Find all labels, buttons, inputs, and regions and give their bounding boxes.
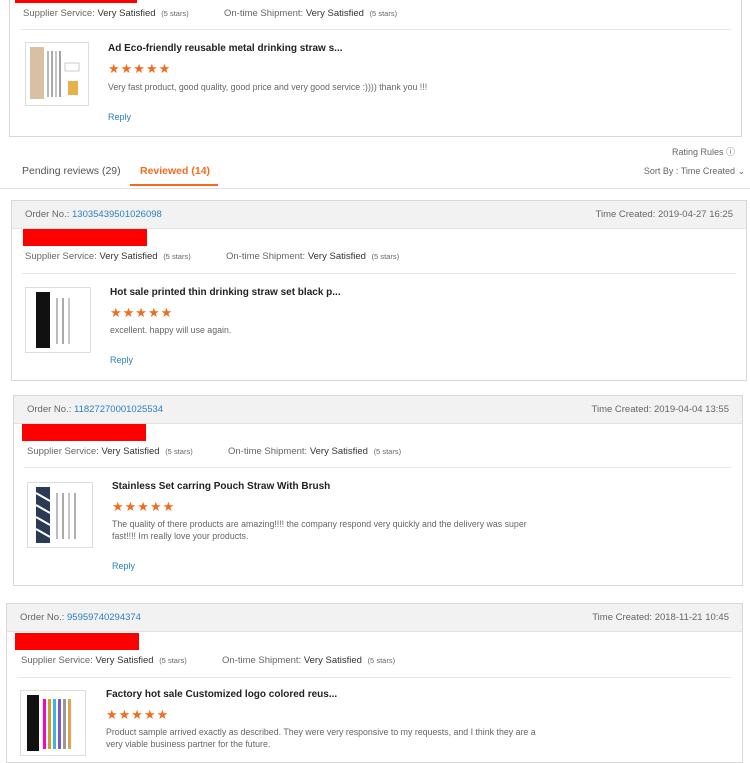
- active-tab-indicator: [130, 184, 218, 186]
- reply-link[interactable]: Reply: [112, 561, 135, 571]
- order-number-link[interactable]: 11827270001025534: [74, 404, 163, 415]
- shipment-value: Very Satisfied: [305, 8, 364, 19]
- order-label: Order No.:: [20, 612, 65, 623]
- rating-summary: Supplier Service: Very Satisfied (5 star…: [23, 8, 397, 19]
- time-created: Time Created: 2019-04-27 16:25: [595, 209, 733, 220]
- review-text: The quality of there products are amazin…: [112, 519, 527, 541]
- supplier-service-label: Supplier Service:: [25, 251, 97, 262]
- shipment-stars: (5 stars): [369, 9, 398, 18]
- product-title[interactable]: Stainless Set carring Pouch Straw With B…: [112, 481, 330, 492]
- order-card: Order No.: 11827270001025534 Time Create…: [13, 395, 743, 586]
- divider: [24, 467, 732, 468]
- shipment-stars: (5 stars): [373, 447, 402, 456]
- order-label: Order No.:: [25, 209, 70, 220]
- divider: [17, 677, 732, 678]
- order-card: Order No.: 95959740294374 Time Created: …: [6, 603, 743, 763]
- order-number: Order No.: 11827270001025534: [27, 404, 163, 415]
- sort-by-dropdown[interactable]: Sort By : Time Created ⌄: [644, 166, 745, 177]
- supplier-service-label: Supplier Service:: [23, 8, 95, 19]
- order-number-link[interactable]: 13035439501026098: [72, 209, 162, 220]
- supplier-stars: (5 stars): [159, 656, 187, 665]
- time-created: Time Created: 2018-11-21 10:45: [592, 612, 729, 623]
- shipment-value: Very Satisfied: [309, 446, 368, 457]
- supplier-service-value: Very Satisfied: [95, 655, 154, 666]
- supplier-service-label: Supplier Service:: [21, 655, 93, 666]
- supplier-service-label: Supplier Service:: [27, 446, 99, 457]
- review-tabs: Pending reviews (29) Reviewed (14): [0, 156, 750, 189]
- review-text: Very fast product, good quality, good pr…: [108, 82, 428, 92]
- shipment-value: Very Satisfied: [307, 251, 366, 262]
- supplier-service-value: Very Satisfied: [97, 8, 156, 19]
- supplier-service-value: Very Satisfied: [101, 446, 160, 457]
- shipment-stars: (5 stars): [367, 656, 396, 665]
- reply-link[interactable]: Reply: [108, 112, 131, 122]
- shipment-label: On-time Shipment:: [221, 655, 302, 666]
- divider: [22, 273, 736, 274]
- rating-stars: ★★★★★: [110, 305, 174, 320]
- order-number-link[interactable]: 95959740294374: [67, 612, 141, 623]
- rating-summary: Supplier Service: Very Satisfied (5 star…: [21, 655, 395, 666]
- order-header: Order No.: 11827270001025534 Time Create…: [14, 396, 742, 424]
- product-title[interactable]: Hot sale printed thin drinking straw set…: [110, 287, 341, 298]
- order-header: Order No.: 13035439501026098 Time Create…: [12, 201, 746, 229]
- redacted-name: [15, 0, 137, 3]
- redacted-name: [23, 229, 147, 246]
- rating-summary: Supplier Service: Very Satisfied (5 star…: [25, 251, 399, 262]
- divider: [20, 29, 731, 30]
- product-thumbnail[interactable]: [25, 42, 89, 106]
- redacted-name: [15, 633, 139, 650]
- supplier-stars: (5 stars): [163, 252, 191, 261]
- rating-stars: ★★★★★: [106, 707, 170, 722]
- product-title[interactable]: Factory hot sale Customized logo colored…: [106, 689, 337, 700]
- supplier-stars: (5 stars): [161, 9, 189, 18]
- product-thumbnail[interactable]: [25, 287, 91, 353]
- order-card: Order No.: 13035439501026098 Time Create…: [11, 200, 747, 381]
- supplier-service-value: Very Satisfied: [99, 251, 158, 262]
- order-number: Order No.: 13035439501026098: [25, 209, 162, 220]
- review-text: excellent. happy will use again.: [110, 325, 232, 335]
- shipment-label: On-time Shipment:: [223, 8, 304, 19]
- order-label: Order No.:: [27, 404, 72, 415]
- supplier-stars: (5 stars): [165, 447, 193, 456]
- shipment-label: On-time Shipment:: [225, 251, 306, 262]
- review-card-top: Supplier Service: Very Satisfied (5 star…: [9, 0, 742, 137]
- tab-pending-reviews[interactable]: Pending reviews (29): [22, 165, 121, 177]
- shipment-label: On-time Shipment:: [227, 446, 308, 457]
- reply-link[interactable]: Reply: [110, 355, 133, 365]
- rating-stars: ★★★★★: [112, 499, 176, 514]
- redacted-name: [22, 424, 146, 441]
- product-thumbnail[interactable]: [20, 690, 86, 756]
- shipment-stars: (5 stars): [371, 252, 400, 261]
- product-thumbnail[interactable]: [27, 482, 93, 548]
- product-title[interactable]: Ad Eco-friendly reusable metal drinking …: [108, 43, 343, 54]
- rating-summary: Supplier Service: Very Satisfied (5 star…: [27, 446, 401, 457]
- shipment-value: Very Satisfied: [303, 655, 362, 666]
- time-created: Time Created: 2019-04-04 13:55: [591, 404, 729, 415]
- order-number: Order No.: 95959740294374: [20, 612, 141, 623]
- tab-reviewed[interactable]: Reviewed (14): [140, 165, 210, 177]
- rating-stars: ★★★★★: [108, 61, 172, 76]
- order-header: Order No.: 95959740294374 Time Created: …: [7, 604, 742, 632]
- review-text: Product sample arrived exactly as descri…: [106, 727, 536, 749]
